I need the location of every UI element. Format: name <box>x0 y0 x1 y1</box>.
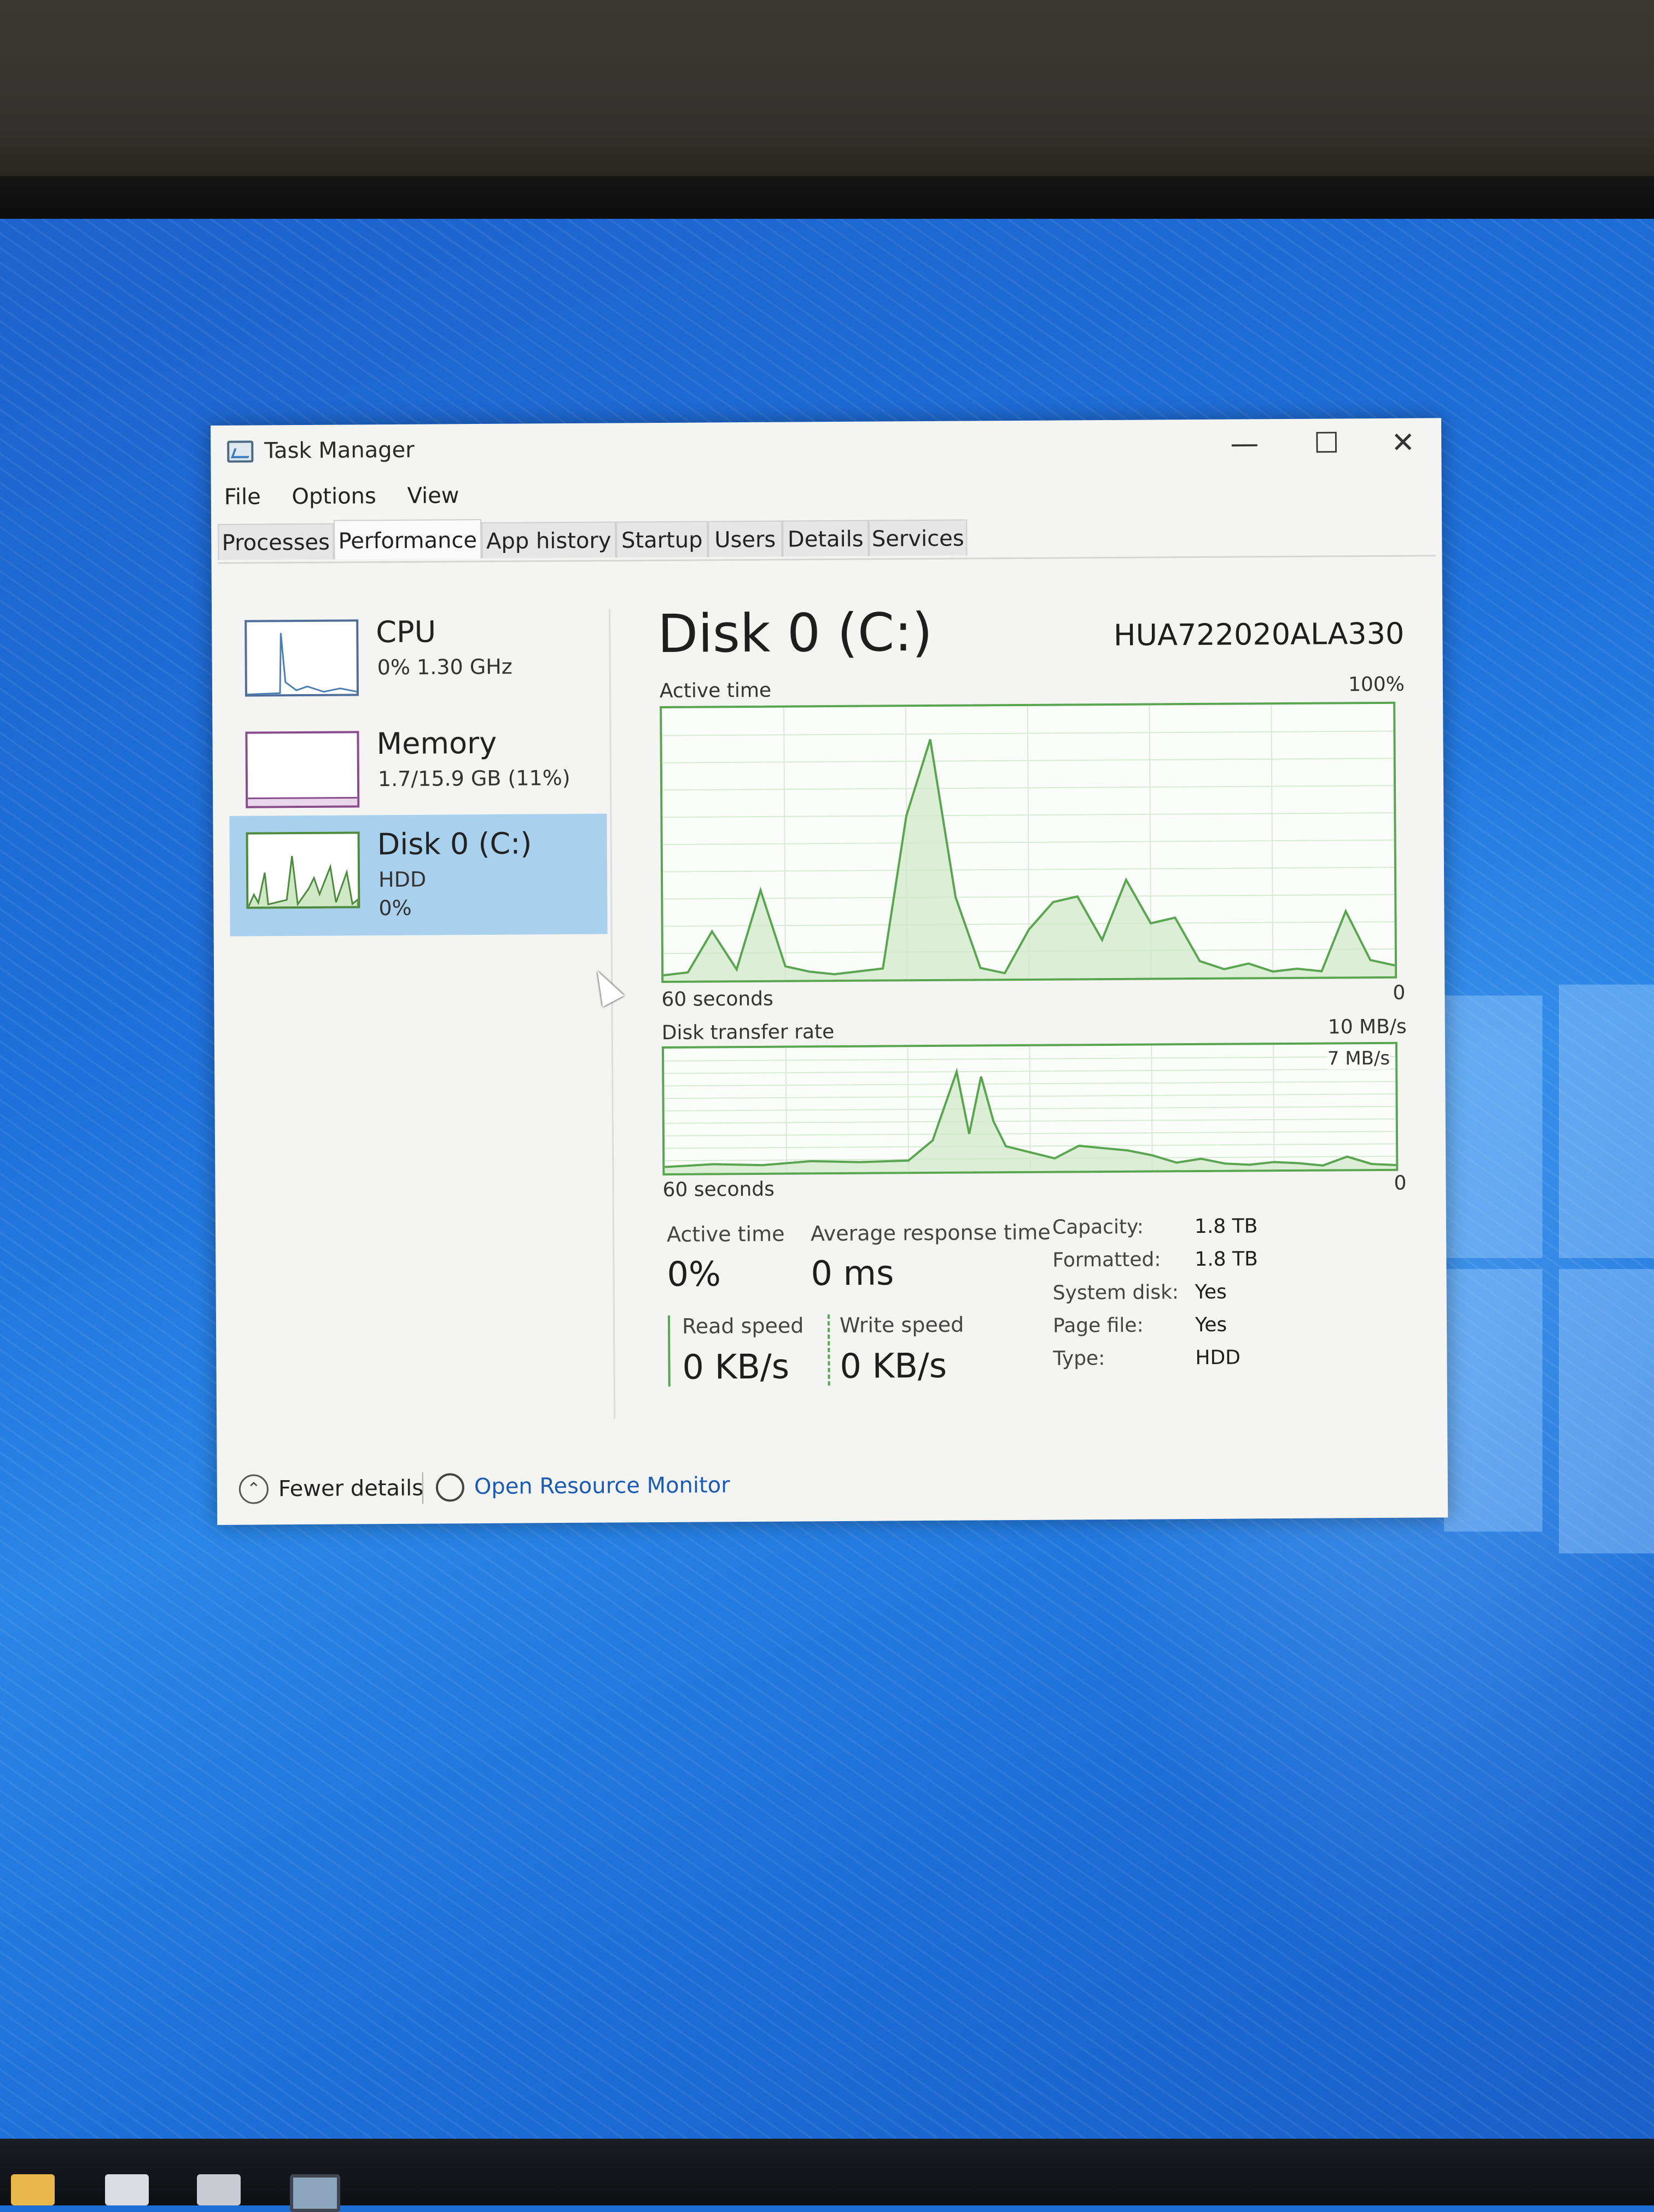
avg-response-value: 0 ms <box>811 1253 894 1293</box>
sidebar-label: Disk 0 (C:) <box>377 826 532 861</box>
disk-model: HUA722020ALA330 <box>1114 616 1405 653</box>
write-speed-label: Write speed <box>840 1313 964 1337</box>
store-icon[interactable] <box>105 2174 149 2205</box>
disk-usage-text: 0% <box>378 894 426 923</box>
transfer-rate-min-label: 0 <box>1394 1172 1406 1195</box>
tab-details[interactable]: Details <box>782 520 869 557</box>
system-disk-value: Yes <box>1195 1281 1227 1303</box>
disk-thumbnail-graph <box>246 831 360 909</box>
title-bar[interactable]: Task Manager — ☐ ✕ <box>211 418 1442 475</box>
tab-app-history[interactable]: App history <box>481 521 616 558</box>
memory-thumbnail-graph <box>245 731 359 808</box>
fewer-details-link[interactable]: Fewer details <box>278 1476 423 1502</box>
active-time-max-label: 100% <box>1348 673 1405 696</box>
transfer-rate-graph: 7 MB/s <box>662 1042 1398 1175</box>
active-time-stat-label: Active time <box>667 1222 785 1247</box>
active-time-stat-value: 0% <box>667 1254 721 1294</box>
sidebar-sub-label: 0% 1.30 GHz <box>377 653 512 682</box>
disk-type-text: HDD <box>378 865 426 894</box>
open-resource-monitor-link[interactable]: Open Resource Monitor <box>474 1472 730 1499</box>
capacity-key: Capacity: <box>1052 1216 1144 1239</box>
pane-divider[interactable] <box>609 609 615 1419</box>
tab-performance[interactable]: Performance <box>334 519 481 560</box>
task-manager-taskbar-icon[interactable] <box>290 2174 340 2212</box>
mail-icon[interactable] <box>197 2174 241 2205</box>
read-speed-marker <box>668 1315 671 1387</box>
read-speed-value: 0 KB/s <box>682 1347 789 1387</box>
menu-file[interactable]: File <box>224 484 261 509</box>
window-title: Task Manager <box>264 438 415 464</box>
windows-logo-pane <box>1559 1269 1654 1553</box>
taskbar <box>0 2139 1654 2205</box>
write-speed-marker <box>828 1314 830 1386</box>
windows-logo-pane <box>1559 985 1654 1258</box>
active-time-graph <box>660 702 1397 983</box>
tab-bar: Processes Performance App history Startu… <box>218 516 1435 564</box>
task-manager-icon <box>227 441 253 463</box>
sidebar-item-cpu[interactable]: CPU 0% 1.30 GHz <box>228 602 606 724</box>
sidebar-sub-label: HDD 0% <box>378 865 427 923</box>
resource-monitor-icon[interactable] <box>436 1473 464 1501</box>
sidebar-item-disk[interactable]: Disk 0 (C:) HDD 0% <box>229 814 607 936</box>
active-time-x-label: 60 seconds <box>661 988 773 1011</box>
capacity-value: 1.8 TB <box>1195 1215 1258 1238</box>
transfer-rate-graph-label: Disk transfer rate <box>662 1021 835 1044</box>
type-key: Type: <box>1053 1347 1105 1370</box>
active-time-min-label: 0 <box>1393 982 1405 1004</box>
disk-heading: Disk 0 (C:) <box>657 602 933 665</box>
sidebar-label: Memory <box>376 726 497 761</box>
type-value: HDD <box>1195 1347 1240 1370</box>
tab-services[interactable]: Services <box>869 520 967 556</box>
tab-startup[interactable]: Startup <box>616 521 708 557</box>
windows-logo-pane <box>1444 1269 1542 1532</box>
cpu-thumbnail-graph <box>244 619 359 696</box>
transfer-rate-x-label: 60 seconds <box>662 1178 774 1201</box>
system-disk-key: System disk: <box>1053 1281 1179 1304</box>
file-explorer-icon[interactable] <box>11 2174 55 2205</box>
formatted-value: 1.8 TB <box>1195 1248 1258 1271</box>
active-time-graph-label: Active time <box>660 679 771 702</box>
menu-view[interactable]: View <box>407 483 459 509</box>
write-speed-value: 0 KB/s <box>840 1346 947 1386</box>
tab-processes[interactable]: Processes <box>218 523 334 560</box>
transfer-rate-chart <box>664 1044 1396 1173</box>
transfer-rate-inner-label: 7 MB/s <box>1327 1047 1390 1070</box>
background-wall <box>0 0 1654 181</box>
footer: ⌃ Fewer details Open Resource Monitor <box>217 1446 1448 1525</box>
sidebar-sub-label: 1.7/15.9 GB (11%) <box>378 764 570 793</box>
menu-bar: File Options View <box>224 483 484 515</box>
active-time-chart <box>662 704 1395 981</box>
page-file-key: Page file: <box>1053 1314 1144 1337</box>
tab-users[interactable]: Users <box>708 521 782 557</box>
read-speed-label: Read speed <box>682 1313 804 1338</box>
task-manager-window: Task Manager — ☐ ✕ File Options View Pro… <box>211 418 1448 1525</box>
formatted-key: Formatted: <box>1052 1248 1161 1271</box>
chevron-up-icon[interactable]: ⌃ <box>239 1474 269 1504</box>
sidebar-label: CPU <box>376 614 436 649</box>
transfer-rate-max-label: 10 MB/s <box>1328 1016 1407 1039</box>
monitor-bezel <box>0 176 1654 225</box>
windows-logo-pane <box>1444 996 1542 1258</box>
page-file-value: Yes <box>1195 1314 1227 1336</box>
minimize-button[interactable]: — <box>1212 424 1277 463</box>
maximize-button[interactable]: ☐ <box>1294 424 1359 463</box>
avg-response-label: Average response time <box>811 1220 1051 1246</box>
footer-divider <box>422 1472 423 1504</box>
close-button[interactable]: ✕ <box>1370 423 1436 462</box>
menu-options[interactable]: Options <box>292 484 376 509</box>
